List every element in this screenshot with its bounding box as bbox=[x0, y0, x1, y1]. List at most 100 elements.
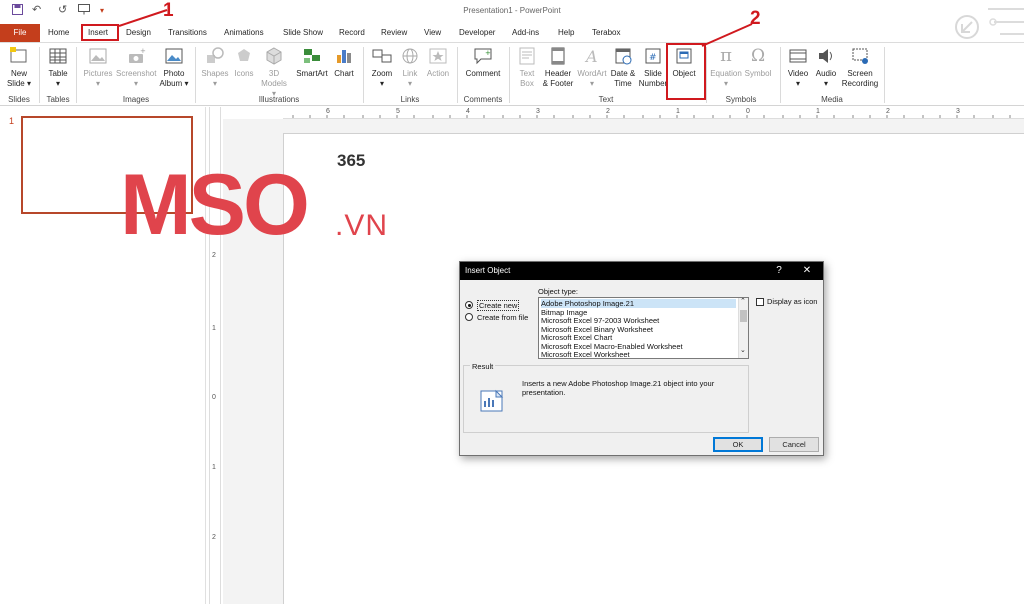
comment-icon: + bbox=[474, 48, 492, 65]
text-box-button[interactable]: Text Box bbox=[514, 46, 540, 89]
screenshot-button[interactable]: + Screenshot ▾ bbox=[116, 46, 156, 89]
list-item[interactable]: Adobe Photoshop Image.21 bbox=[541, 299, 736, 308]
scrollbar-thumb[interactable] bbox=[740, 310, 747, 322]
wordart-button[interactable]: A WordArt ▾ bbox=[576, 46, 608, 89]
display-as-icon-checkbox[interactable] bbox=[756, 298, 764, 306]
slide-number-icon: # bbox=[645, 48, 661, 64]
watermark-suffix: .VN bbox=[335, 209, 389, 242]
audio-button[interactable]: Audio ▾ bbox=[813, 46, 839, 89]
group-label-images: Images bbox=[122, 95, 150, 104]
list-scrollbar[interactable]: ⌃ ⌄ bbox=[738, 298, 748, 358]
equation-button[interactable]: π Equation ▾ bbox=[708, 46, 744, 89]
create-from-file-label[interactable]: Create from file bbox=[477, 313, 528, 322]
annotation-number-2: 2 bbox=[750, 8, 761, 29]
new-slide-icon bbox=[10, 47, 27, 63]
text-box-icon bbox=[519, 47, 535, 65]
result-group: Result Inserts a new Adobe Photoshop Ima… bbox=[463, 362, 749, 433]
list-item[interactable]: Microsoft Excel 97-2003 Worksheet bbox=[541, 316, 659, 325]
create-new-label[interactable]: Create new bbox=[477, 300, 520, 311]
tab-file[interactable]: File bbox=[0, 24, 40, 42]
help-icon[interactable]: ? bbox=[771, 262, 787, 280]
svg-text:#: # bbox=[649, 53, 657, 63]
list-item[interactable]: Microsoft Excel Worksheet bbox=[541, 350, 630, 358]
group-label-symbols: Symbols bbox=[725, 95, 757, 104]
calendar-icon bbox=[615, 48, 632, 65]
object-type-label: Object type: bbox=[538, 287, 579, 296]
watermark-superscript: 365 bbox=[337, 151, 366, 170]
screenshot-icon: + bbox=[129, 47, 146, 63]
tab-home[interactable]: Home bbox=[48, 24, 69, 42]
svg-text:A: A bbox=[584, 47, 598, 66]
tab-developer[interactable]: Developer bbox=[459, 24, 495, 42]
icons-button[interactable]: Icons bbox=[231, 46, 257, 79]
screen-recording-button[interactable]: Screen Recording bbox=[840, 46, 880, 89]
group-label-tables: Tables bbox=[46, 95, 70, 104]
slide-number: 1 bbox=[9, 116, 15, 126]
photo-album-button[interactable]: Photo Album ▾ bbox=[158, 46, 190, 89]
table-icon bbox=[49, 48, 67, 64]
tab-review[interactable]: Review bbox=[381, 24, 407, 42]
tab-terabox[interactable]: Terabox bbox=[592, 24, 620, 42]
result-text-line-1: Inserts a new Adobe Photoshop Image.21 o… bbox=[522, 379, 715, 388]
tab-slide-show[interactable]: Slide Show bbox=[283, 24, 323, 42]
zoom-icon bbox=[372, 49, 392, 63]
zoom-button[interactable]: Zoom ▾ bbox=[368, 46, 396, 89]
group-label-comments: Comments bbox=[463, 95, 503, 104]
tab-record[interactable]: Record bbox=[339, 24, 365, 42]
object-preview-icon bbox=[480, 389, 504, 412]
table-button[interactable]: Table ▾ bbox=[44, 46, 72, 89]
wordart-icon: A bbox=[584, 47, 598, 66]
group-label-links: Links bbox=[400, 95, 420, 104]
star-icon bbox=[429, 48, 447, 64]
annotation-number-1: 1 bbox=[163, 0, 174, 21]
group-label-illustrations: Illustrations bbox=[258, 95, 300, 104]
new-slide-button[interactable]: New Slide ▾ bbox=[5, 46, 33, 89]
annotation-box-object bbox=[666, 43, 706, 100]
globe-icon bbox=[402, 48, 418, 64]
smartart-button[interactable]: SmartArt bbox=[293, 46, 331, 79]
tab-animations[interactable]: Animations bbox=[224, 24, 264, 42]
photo-album-icon bbox=[165, 48, 183, 64]
chart-button[interactable]: Chart bbox=[331, 46, 357, 79]
3d-models-button[interactable]: 3D Models ▾ bbox=[258, 46, 290, 99]
chevron-up-icon[interactable]: ⌃ bbox=[740, 298, 746, 306]
close-icon[interactable]: ✕ bbox=[799, 262, 815, 280]
shapes-button[interactable]: Shapes ▾ bbox=[200, 46, 230, 89]
cancel-button[interactable]: Cancel bbox=[769, 437, 819, 452]
pictures-icon bbox=[89, 48, 107, 64]
tab-view[interactable]: View bbox=[424, 24, 441, 42]
ok-button[interactable]: OK bbox=[713, 437, 763, 452]
link-button[interactable]: Link ▾ bbox=[398, 46, 422, 89]
display-as-icon-label[interactable]: Display as icon bbox=[767, 297, 817, 306]
list-item[interactable]: Microsoft Excel Chart bbox=[541, 333, 612, 342]
result-label: Result bbox=[470, 362, 496, 371]
ruler-ticks bbox=[292, 115, 1011, 118]
tab-help[interactable]: Help bbox=[558, 24, 574, 42]
smartart-icon bbox=[304, 49, 320, 63]
header-footer-button[interactable]: Header & Footer bbox=[541, 46, 575, 89]
tab-add-ins[interactable]: Add-ins bbox=[512, 24, 539, 42]
create-new-radio[interactable] bbox=[465, 301, 473, 309]
shapes-icon bbox=[207, 47, 224, 63]
video-icon bbox=[789, 49, 807, 63]
icons-icon bbox=[238, 49, 250, 61]
watermark-logo: MSO bbox=[120, 157, 310, 253]
create-from-file-radio[interactable] bbox=[465, 313, 473, 321]
group-label-media: Media bbox=[821, 95, 843, 104]
ribbon: New Slide ▾ Slides Table ▾ Tables Picture… bbox=[0, 42, 1024, 106]
slide-number-button[interactable]: # Slide Number bbox=[638, 46, 668, 89]
symbol-button[interactable]: Ω Symbol bbox=[744, 46, 772, 79]
object-type-list[interactable]: Adobe Photoshop Image.21 Bitmap Image Mi… bbox=[538, 297, 749, 359]
comment-button[interactable]: + Comment bbox=[462, 46, 504, 79]
horizontal-ruler: 6 5 4 3 2 1 0 1 2 3 bbox=[283, 107, 1024, 119]
cube-icon bbox=[266, 47, 282, 65]
pictures-button[interactable]: Pictures ▾ bbox=[82, 46, 114, 89]
header-footer-icon bbox=[551, 47, 565, 65]
action-button[interactable]: Action bbox=[423, 46, 453, 79]
dialog-title: Insert Object bbox=[460, 262, 823, 280]
video-button[interactable]: Video ▾ bbox=[786, 46, 810, 89]
chevron-down-icon[interactable]: ⌄ bbox=[740, 347, 746, 355]
group-label-slides: Slides bbox=[8, 95, 30, 104]
date-time-button[interactable]: Date & Time bbox=[609, 46, 637, 89]
screen-recording-icon bbox=[852, 48, 868, 64]
